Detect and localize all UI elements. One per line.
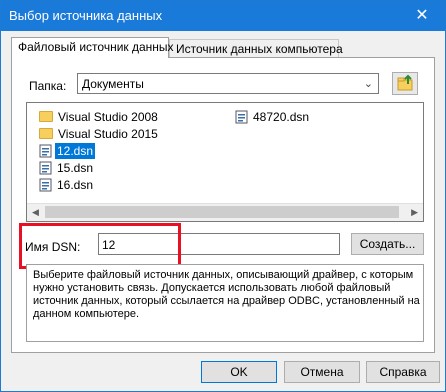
file-name: 16.dsn — [57, 177, 94, 192]
description-line: источник данных, который ссылается на др… — [33, 295, 420, 307]
tab-machine-data-source[interactable]: Источник данных компьютера — [169, 39, 343, 57]
tab-file-data-source[interactable]: Файловый источник данных — [11, 37, 174, 58]
dsn-file-icon — [235, 110, 248, 124]
description-line: данном компьютере. — [33, 308, 140, 320]
dsn-file-icon — [39, 144, 52, 158]
dsn-file-icon — [39, 161, 52, 175]
folder-dropdown[interactable]: Документы ⌄ — [77, 73, 379, 94]
dsn-file-icon — [39, 178, 52, 192]
help-button[interactable]: Справка — [366, 361, 440, 383]
file-name: Visual Studio 2008 — [58, 109, 158, 124]
ok-button[interactable]: OK — [201, 361, 277, 383]
create-button[interactable]: Создать... — [351, 233, 424, 255]
list-item[interactable]: Visual Studio 2015 — [39, 125, 160, 141]
data-source-dialog: Выбор источника данных ✕ Файловый источн… — [0, 0, 446, 392]
description-box: Выберите файловый источник данных, описы… — [26, 264, 424, 342]
scroll-left-icon[interactable]: ◀ — [32, 207, 39, 218]
folder-icon — [39, 128, 53, 140]
description-line: нужно установить связь. Допускается испо… — [33, 282, 391, 294]
folder-value: Документы — [82, 77, 144, 91]
tab-panel: Папка: Документы ⌄ Visual Studio 2008 Vi… — [11, 57, 435, 353]
up-one-level-button[interactable] — [392, 72, 418, 95]
list-item-selected[interactable]: 12.dsn — [39, 142, 96, 159]
highlight-box — [19, 223, 181, 269]
title-bar[interactable]: Выбор источника данных ✕ — [1, 1, 445, 31]
list-item[interactable]: 16.dsn — [39, 176, 95, 192]
scroll-thumb[interactable] — [45, 206, 399, 218]
file-list[interactable]: Visual Studio 2008 Visual Studio 2015 12… — [26, 102, 424, 222]
folder-label: Папка: — [29, 79, 67, 93]
file-name: 48720.dsn — [253, 109, 310, 124]
cancel-button[interactable]: Отмена — [284, 361, 360, 383]
list-item[interactable]: 48720.dsn — [235, 108, 311, 124]
description-line: Выберите файловый источник данных, описы… — [33, 269, 414, 281]
chevron-down-icon: ⌄ — [363, 78, 373, 90]
horizontal-scrollbar[interactable]: ◀ ▶ — [27, 203, 423, 221]
scroll-right-icon[interactable]: ▶ — [411, 207, 418, 218]
folder-icon — [39, 111, 53, 123]
folder-up-icon — [397, 74, 413, 91]
close-button[interactable]: ✕ — [399, 1, 445, 31]
file-name: Visual Studio 2015 — [58, 126, 158, 141]
file-name: 12.dsn — [55, 142, 96, 159]
list-item[interactable]: Visual Studio 2008 — [39, 108, 160, 124]
list-item[interactable]: 15.dsn — [39, 159, 95, 175]
file-name: 15.dsn — [57, 160, 94, 175]
window-title: Выбор источника данных — [9, 8, 163, 23]
